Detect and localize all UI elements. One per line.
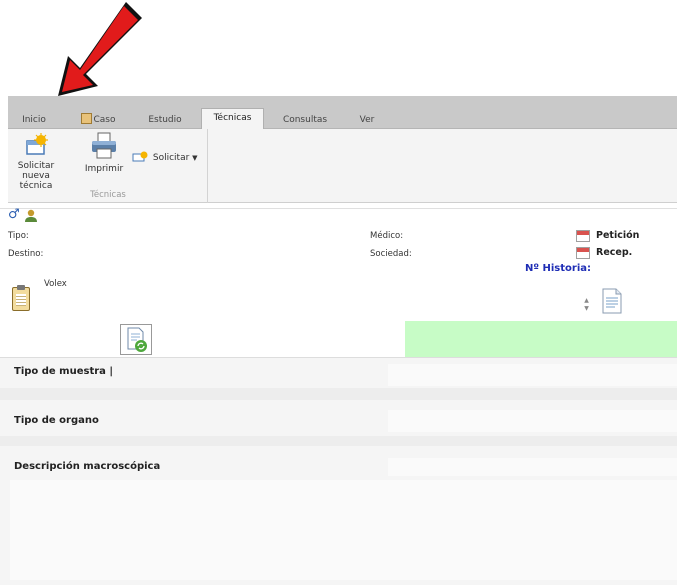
tecnicas-ribbon-group: Solicitar nueva técnica Imprimir Solicit… xyxy=(8,129,208,203)
scroll-spinner[interactable]: ▲ ▼ xyxy=(583,297,590,319)
volex-label: Volex xyxy=(44,279,67,289)
patient-icon xyxy=(25,209,37,222)
tipo-organo-label: Tipo de organo xyxy=(14,415,99,426)
refresh-report-button[interactable] xyxy=(120,324,152,355)
case-icon xyxy=(80,113,92,124)
tipo-muestra-label: Tipo de muestra | xyxy=(14,366,114,377)
tab-ver[interactable]: Ver xyxy=(357,113,377,129)
sociedad-label: Sociedad: xyxy=(370,249,412,259)
descripcion-header-field xyxy=(388,458,677,476)
ribbon-panel: Solicitar nueva técnica Imprimir Solicit… xyxy=(8,129,677,203)
descripcion-macroscopica-label: Descripción macroscópica xyxy=(14,461,161,472)
medico-label: Médico: xyxy=(370,231,404,241)
divider xyxy=(0,388,677,400)
solicitar-dropdown-button[interactable]: Solicitar ▼ xyxy=(132,151,198,163)
calendar-icon[interactable] xyxy=(576,247,590,259)
red-arrow-annotation xyxy=(58,2,142,96)
solicitar-icon xyxy=(132,151,148,162)
destino-label: Destino: xyxy=(8,249,44,259)
clipboard-icon[interactable] xyxy=(12,285,30,311)
tab-estudio[interactable]: Estudio xyxy=(145,113,185,129)
recep-label: Recep. xyxy=(596,247,633,258)
tab-inicio[interactable]: Inicio xyxy=(20,113,48,129)
peticion-label: Petición xyxy=(596,230,640,241)
divider xyxy=(0,436,677,446)
status-panel xyxy=(405,321,677,358)
male-gender-icon: ♂ xyxy=(8,207,20,222)
tab-tecnicas[interactable]: Técnicas xyxy=(201,108,264,129)
historia-label: Nº Historia: xyxy=(525,263,591,274)
ribbon-tab-bar: Inicio Caso Estudio Técnicas Consultas V… xyxy=(8,96,677,129)
tipo-label: Tipo: xyxy=(8,231,29,241)
new-request-icon xyxy=(26,133,48,155)
document-icon[interactable] xyxy=(601,288,623,314)
refresh-document-icon xyxy=(127,327,147,352)
printer-icon xyxy=(92,132,116,159)
tipo-organo-field[interactable] xyxy=(388,410,677,432)
calendar-icon[interactable] xyxy=(576,230,590,242)
chevron-down-icon: ▼ xyxy=(192,154,198,162)
tab-consultas[interactable]: Consultas xyxy=(280,113,330,129)
ribbon-group-label: Técnicas xyxy=(90,190,126,200)
solicitar-nueva-tecnica-button[interactable]: Solicitar nueva técnica xyxy=(8,132,64,191)
tipo-muestra-field[interactable] xyxy=(388,364,677,386)
divider xyxy=(0,208,677,209)
descripcion-macroscopica-textarea[interactable] xyxy=(10,480,677,580)
specimen-form: Tipo de muestra | Tipo de organo Descrip… xyxy=(0,357,677,585)
imprimir-button[interactable]: Imprimir xyxy=(83,131,125,174)
tab-caso[interactable]: Caso xyxy=(76,113,120,129)
